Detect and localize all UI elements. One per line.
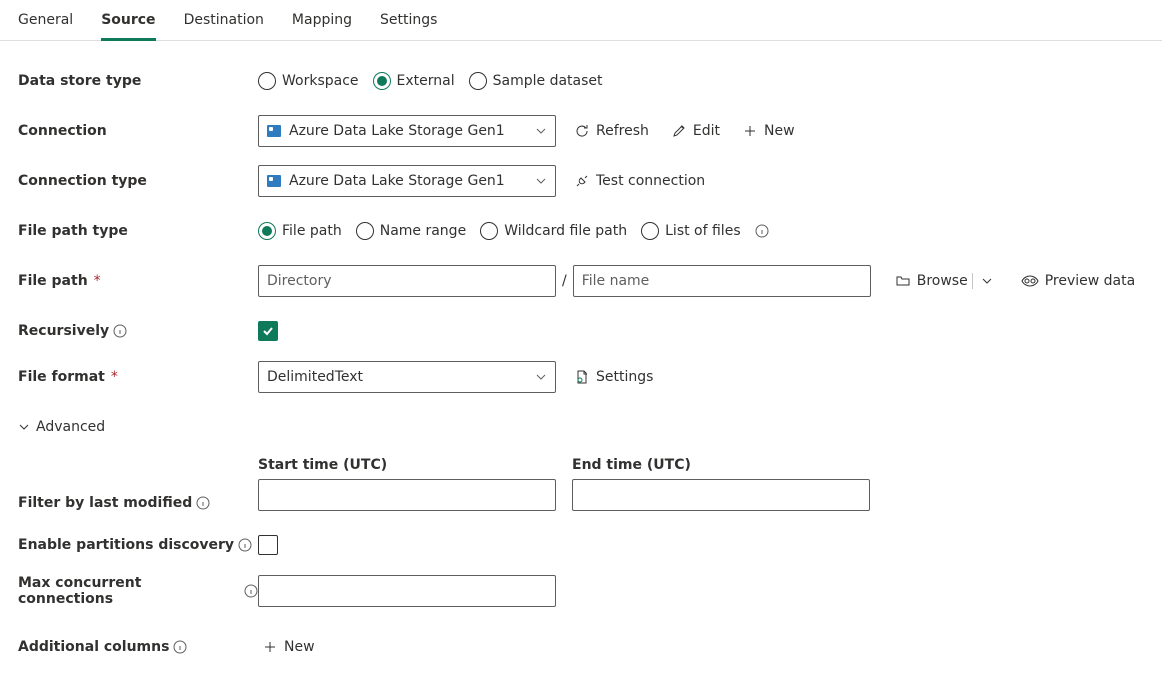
tab-settings[interactable]: Settings [380, 8, 437, 40]
radio-name-range[interactable]: Name range [356, 222, 466, 240]
edit-button[interactable]: Edit [667, 115, 724, 147]
radio-sample-label: Sample dataset [493, 73, 603, 89]
enable-partitions-checkbox[interactable] [258, 535, 278, 555]
radio-name-range-label: Name range [380, 223, 466, 239]
tab-general[interactable]: General [18, 8, 73, 40]
tab-source[interactable]: Source [101, 8, 155, 41]
label-data-store-type: Data store type [18, 73, 258, 89]
recursively-checkbox[interactable] [258, 321, 278, 341]
label-connection-type: Connection type [18, 173, 258, 189]
source-form: Data store type Workspace External Sampl… [0, 41, 1162, 687]
chevron-down-icon [535, 125, 547, 137]
info-icon[interactable] [196, 496, 210, 510]
tab-mapping[interactable]: Mapping [292, 8, 352, 40]
folder-icon [895, 273, 911, 289]
info-icon[interactable] [113, 324, 127, 338]
info-icon[interactable] [755, 224, 769, 238]
chevron-down-icon [535, 371, 547, 383]
refresh-label: Refresh [596, 123, 649, 139]
directory-input[interactable] [258, 265, 556, 297]
label-file-path: File path* [18, 273, 258, 289]
refresh-icon [574, 123, 590, 139]
advanced-toggle[interactable]: Advanced [18, 419, 105, 435]
radio-sample-dataset[interactable]: Sample dataset [469, 72, 603, 90]
radio-file-path-label: File path [282, 223, 342, 239]
radio-list-of-files[interactable]: List of files [641, 222, 740, 240]
chevron-down-icon [18, 421, 30, 433]
browse-dropdown-button[interactable] [973, 271, 1001, 291]
test-connection-label: Test connection [596, 173, 705, 189]
radio-wildcard[interactable]: Wildcard file path [480, 222, 627, 240]
connection-value: Azure Data Lake Storage Gen1 [289, 123, 505, 139]
label-file-format: File format* [18, 369, 258, 385]
filename-input[interactable] [573, 265, 871, 297]
radio-workspace-label: Workspace [282, 73, 359, 89]
preview-data-button[interactable]: Preview data [1017, 265, 1139, 297]
label-file-path-type: File path type [18, 223, 258, 239]
start-time-input[interactable] [258, 479, 556, 511]
file-format-dropdown[interactable]: DelimitedText [258, 361, 556, 393]
preview-icon [1021, 274, 1039, 288]
label-max-concurrent: Max concurrent connections [18, 575, 258, 607]
add-column-label: New [284, 639, 315, 655]
info-icon[interactable] [244, 584, 258, 598]
new-label: New [764, 123, 795, 139]
add-column-button[interactable]: New [258, 631, 319, 663]
preview-label: Preview data [1045, 273, 1135, 289]
max-concurrent-input[interactable] [258, 575, 556, 607]
plus-icon [262, 639, 278, 655]
info-icon[interactable] [238, 538, 252, 552]
label-enable-partitions: Enable partitions discovery [18, 537, 258, 553]
plus-icon [742, 123, 758, 139]
adls-service-icon [267, 125, 281, 137]
connection-type-dropdown[interactable]: Azure Data Lake Storage Gen1 [258, 165, 556, 197]
advanced-label: Advanced [36, 419, 105, 435]
check-icon [261, 324, 275, 338]
refresh-button[interactable]: Refresh [570, 115, 653, 147]
end-time-input[interactable] [572, 479, 870, 511]
format-settings-button[interactable]: Settings [570, 361, 657, 393]
label-connection: Connection [18, 123, 258, 139]
edit-label: Edit [693, 123, 720, 139]
radio-external-label: External [397, 73, 455, 89]
radio-list-label: List of files [665, 223, 740, 239]
connection-dropdown[interactable]: Azure Data Lake Storage Gen1 [258, 115, 556, 147]
chevron-down-icon [981, 275, 993, 287]
radio-wildcard-label: Wildcard file path [504, 223, 627, 239]
path-separator: / [556, 273, 573, 289]
label-recursively: Recursively [18, 323, 258, 339]
adls-service-icon [267, 175, 281, 187]
edit-icon [671, 123, 687, 139]
new-connection-button[interactable]: New [738, 115, 799, 147]
label-additional-columns: Additional columns [18, 639, 258, 655]
connection-type-value: Azure Data Lake Storage Gen1 [289, 173, 505, 189]
settings-file-icon [574, 369, 590, 385]
test-connection-icon [574, 173, 590, 189]
format-settings-label: Settings [596, 369, 653, 385]
file-format-value: DelimitedText [267, 369, 363, 385]
config-tabs: General Source Destination Mapping Setti… [0, 0, 1162, 41]
start-time-label: Start time (UTC) [258, 457, 556, 473]
tab-destination[interactable]: Destination [184, 8, 264, 40]
radio-workspace[interactable]: Workspace [258, 72, 359, 90]
browse-label: Browse [917, 273, 968, 289]
chevron-down-icon [535, 175, 547, 187]
test-connection-button[interactable]: Test connection [570, 165, 709, 197]
end-time-label: End time (UTC) [572, 457, 870, 473]
radio-external[interactable]: External [373, 72, 455, 90]
label-filter-modified: Filter by last modified [18, 495, 258, 511]
radio-file-path[interactable]: File path [258, 222, 342, 240]
info-icon[interactable] [173, 640, 187, 654]
browse-button[interactable]: Browse [891, 265, 972, 297]
